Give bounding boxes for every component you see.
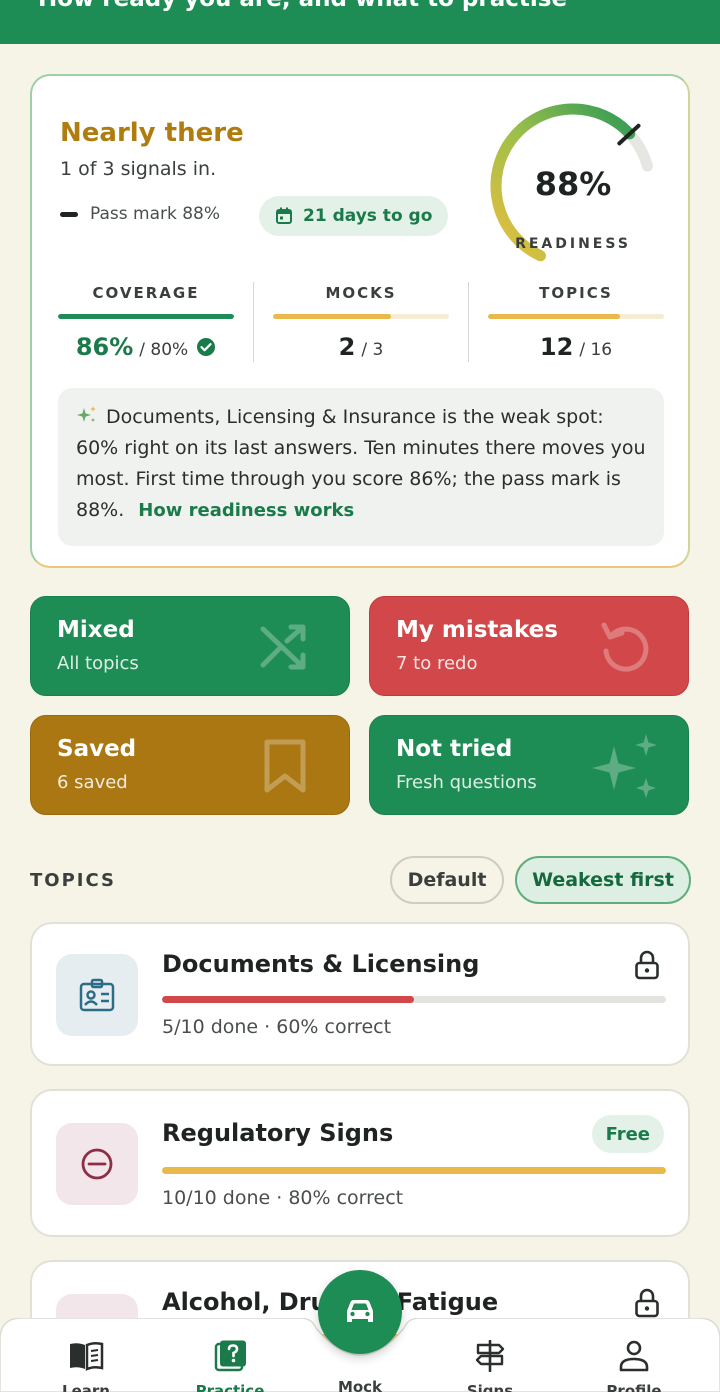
stat-topics: TOPICS 12 / 16	[488, 284, 664, 361]
stat-value: 2	[338, 333, 356, 361]
person-icon	[619, 1340, 649, 1372]
page-header: How ready you are, and what to practise	[0, 0, 720, 44]
topic-card[interactable]: Documents & Licensing 5/10 done · 60% co…	[30, 922, 690, 1066]
gauge-label: READINESS	[515, 236, 631, 252]
bookmark-icon	[264, 739, 306, 793]
stat-total: / 16	[579, 340, 613, 360]
header-subtitle: How ready you are, and what to practise	[38, 0, 567, 12]
mock-test-fab[interactable]	[318, 1270, 402, 1354]
stat-total: / 80%	[139, 340, 189, 360]
signals-count: 1 of 3 signals in.	[60, 158, 217, 180]
pass-mark-marker-icon	[60, 211, 78, 217]
stat-label: TOPICS	[539, 284, 613, 302]
sort-default-button[interactable]: Default	[390, 856, 504, 904]
redo-icon	[601, 622, 649, 672]
sparkle-icon	[77, 406, 96, 422]
pass-mark-label: Pass mark 88%	[90, 204, 221, 224]
topic-meta: 10/10 done · 80% correct	[162, 1187, 404, 1209]
readiness-insight: Documents, Licensing & Insurance is the …	[58, 388, 664, 546]
sort-weakest-first-button[interactable]: Weakest first	[515, 856, 691, 904]
stat-label: COVERAGE	[92, 284, 200, 302]
days-left-badge: 21 days to go	[259, 196, 449, 236]
topic-progress-fill	[162, 1167, 666, 1174]
nav-label: Practice	[195, 1382, 265, 1392]
nav-profile[interactable]: Profile	[584, 1340, 684, 1392]
topic-icon-box	[56, 1123, 138, 1205]
stat-value: 12	[539, 333, 574, 361]
stat-mocks: MOCKS 2 / 3	[273, 284, 449, 361]
topic-progress-bar	[162, 996, 666, 1003]
practice-tile-mixed[interactable]: Mixed All topics	[30, 596, 350, 696]
lock-icon	[635, 1288, 659, 1318]
stat-bar	[488, 314, 664, 319]
topics-heading: TOPICS	[30, 870, 116, 891]
topic-progress-fill	[162, 996, 414, 1003]
question-icon	[214, 1340, 246, 1372]
stat-bar	[273, 314, 449, 319]
nav-label: Mock	[337, 1378, 383, 1392]
readiness-card[interactable]: Nearly there 1 of 3 signals in. Pass mar…	[30, 74, 690, 568]
practice-tile-mistakes[interactable]: My mistakes 7 to redo	[369, 596, 689, 696]
topic-progress-bar	[162, 1167, 666, 1174]
stat-total: / 3	[361, 340, 384, 360]
stat-bar-fill	[488, 314, 620, 319]
gauge-value: 88%	[534, 165, 612, 203]
stat-bar-fill	[273, 314, 391, 319]
topic-name: Documents & Licensing	[162, 950, 480, 978]
pass-mark-row: Pass mark 88%	[60, 204, 220, 224]
stat-coverage: COVERAGE 86% / 80%	[58, 284, 234, 361]
nav-practice[interactable]: Practice	[180, 1340, 280, 1392]
how-readiness-works-link[interactable]: How readiness works	[138, 500, 354, 521]
nav-learn[interactable]: Learn	[36, 1340, 136, 1392]
stat-value: 86%	[75, 333, 134, 361]
no-entry-icon	[81, 1148, 113, 1180]
shuffle-icon	[260, 624, 306, 670]
nav-signs[interactable]: Signs	[440, 1340, 540, 1392]
calendar-icon	[276, 207, 292, 224]
topic-card[interactable]: Regulatory Signs Free 10/10 done · 80% c…	[30, 1089, 690, 1237]
stat-bar-fill	[58, 314, 234, 319]
nav-label: Profile	[606, 1382, 662, 1392]
stat-divider	[468, 282, 469, 362]
days-left-text: 21 days to go	[303, 206, 433, 226]
stat-divider	[253, 282, 254, 362]
practice-tile-saved[interactable]: Saved 6 saved	[30, 715, 350, 815]
practice-tile-not-tried[interactable]: Not tried Fresh questions	[369, 715, 689, 815]
free-badge: Free	[591, 1115, 664, 1153]
nav-mock[interactable]: Mock	[310, 1378, 410, 1392]
lock-icon	[635, 950, 659, 980]
car-icon	[347, 1300, 373, 1322]
id-card-icon	[79, 978, 115, 1012]
readiness-status: Nearly there	[60, 118, 244, 148]
check-circle-icon	[197, 338, 216, 356]
sparkle-icon	[592, 734, 657, 798]
stat-label: MOCKS	[325, 284, 397, 302]
stat-bar	[58, 314, 234, 319]
topic-icon-box	[56, 954, 138, 1036]
topic-meta: 5/10 done · 60% correct	[162, 1016, 392, 1038]
signpost-icon	[475, 1340, 505, 1372]
book-icon	[70, 1341, 104, 1371]
nav-label: Learn	[62, 1382, 110, 1392]
topic-name: Regulatory Signs	[162, 1119, 394, 1147]
nav-label: Signs	[466, 1382, 514, 1392]
readiness-gauge: 88% READINESS	[487, 102, 667, 262]
